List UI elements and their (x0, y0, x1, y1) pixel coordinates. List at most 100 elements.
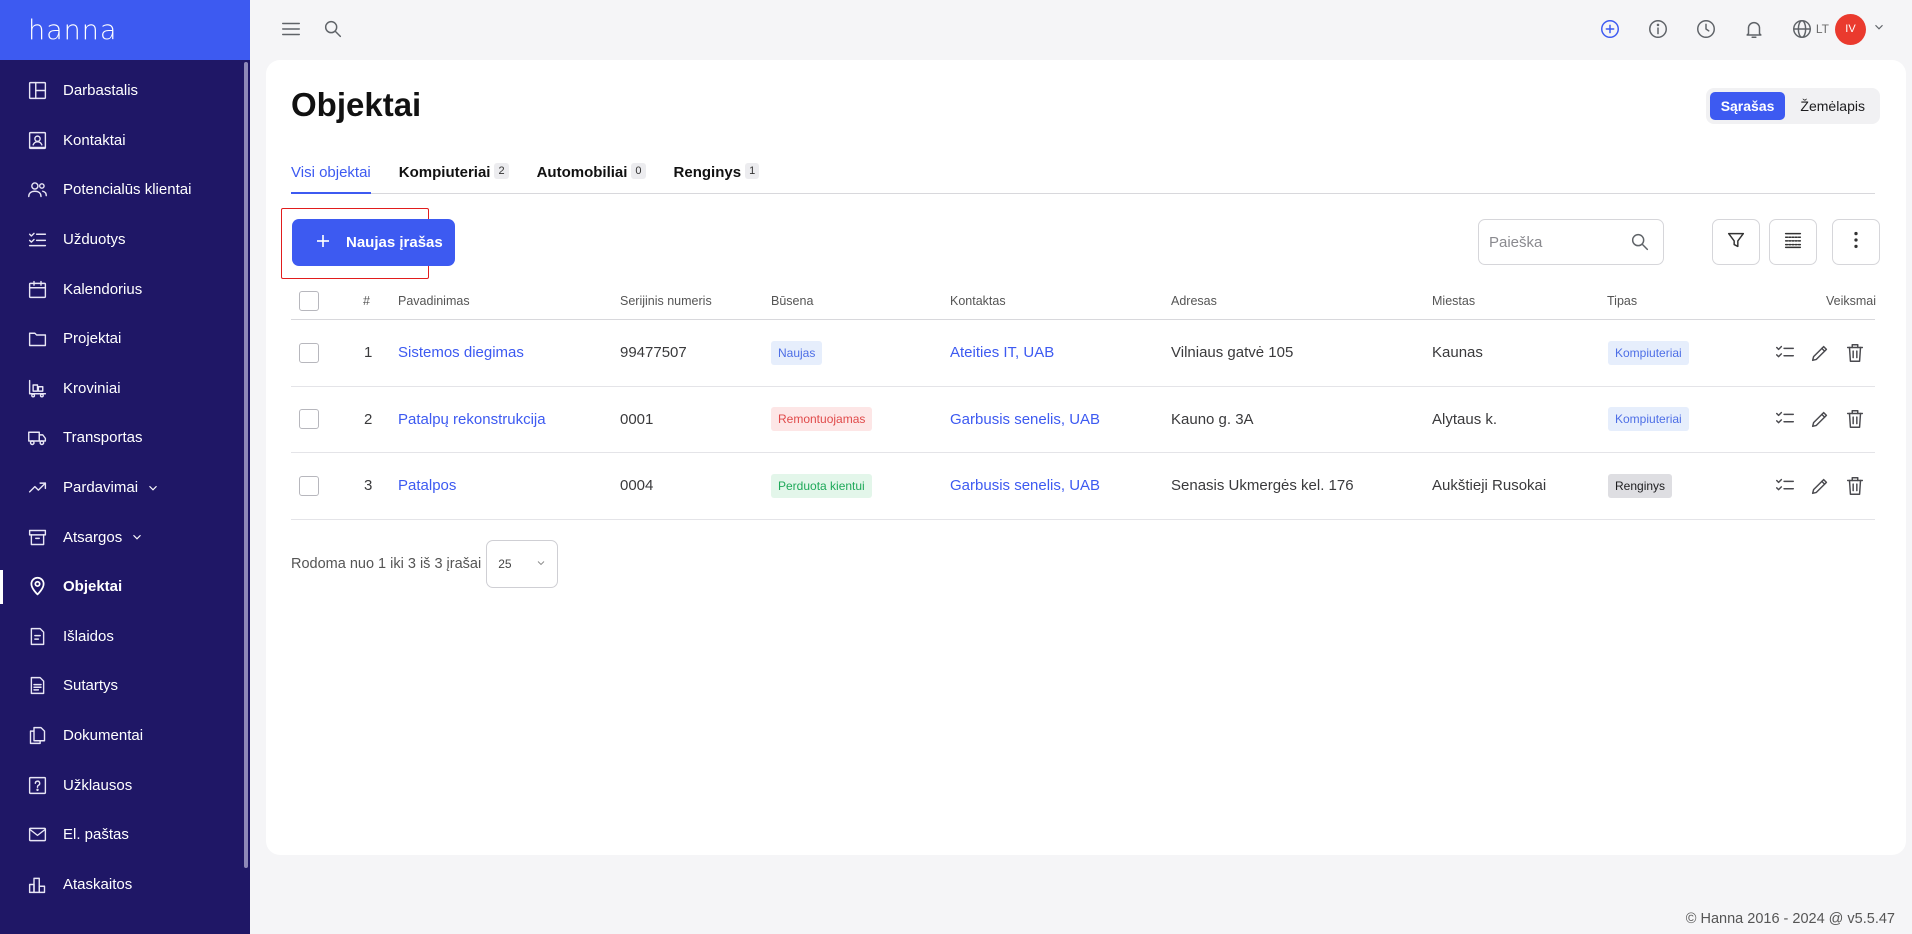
sidebar-item-label: Užduotys (63, 231, 126, 249)
language-code: LT (1815, 22, 1829, 36)
sidebar-item-pardavimai[interactable]: Pardavimai (0, 463, 250, 513)
trash-icon[interactable] (1844, 475, 1866, 497)
sidebar-item-label: Objektai (63, 578, 123, 596)
sidebar-item-atsargos[interactable]: Atsargos (0, 512, 250, 562)
col-status[interactable]: Būsena (771, 294, 813, 308)
sidebar-item-label: Kalendorius (63, 280, 143, 298)
tasks-icon[interactable] (1774, 475, 1796, 497)
sidebar-item-dokumentai[interactable]: Dokumentai (0, 711, 250, 761)
calendar-icon (26, 278, 48, 300)
bell-icon[interactable] (1743, 18, 1765, 40)
row-serial: 99477507 (620, 344, 687, 362)
sidebar-item-sutartys[interactable]: Sutartys (0, 661, 250, 711)
sidebar-item-label: Projektai (63, 330, 122, 348)
clock-icon[interactable] (1695, 18, 1717, 40)
sidebar-item-label: Sutartys (63, 677, 119, 695)
col-name[interactable]: Pavadinimas (398, 294, 470, 308)
sidebar-item-potencialus-klientai[interactable]: Potencialūs klientai (0, 165, 250, 215)
trash-icon[interactable] (1844, 408, 1866, 430)
row-contact-link[interactable]: Garbusis senelis, UAB (950, 411, 1100, 428)
tasks-icon[interactable] (1774, 342, 1796, 364)
hamburger-menu-icon[interactable] (280, 18, 302, 40)
view-map-button[interactable]: Žemėlapis (1789, 92, 1876, 120)
table-row: 3 Patalpos 0004 Perduota kientui Garbusi… (291, 453, 1875, 520)
trash-icon[interactable] (1844, 342, 1866, 364)
add-circle-icon[interactable] (1599, 18, 1621, 40)
sidebar-item-islaidos[interactable]: Išlaidos (0, 612, 250, 662)
tab-label: Visi objektai (291, 164, 371, 181)
chevron-down-icon (130, 530, 144, 544)
logo[interactable]: hanna (28, 15, 117, 46)
sidebar-item-label: Užklausos (63, 776, 133, 794)
row-name-link[interactable]: Patalpos (398, 477, 456, 494)
columns-button[interactable] (1769, 219, 1817, 265)
row-name-link[interactable]: Sistemos diegimas (398, 344, 524, 361)
more-options-button[interactable] (1832, 219, 1880, 265)
sidebar-item-uzduotys[interactable]: Užduotys (0, 215, 250, 265)
user-menu[interactable]: IV (1835, 13, 1886, 45)
col-serial[interactable]: Serijinis numeris (620, 294, 712, 308)
edit-pencil-icon[interactable] (1809, 342, 1831, 364)
sidebar-scrollbar[interactable] (244, 62, 248, 868)
tab-renginys[interactable]: Renginys 1 (674, 162, 760, 194)
main-card: Objektai Sąrašas Žemėlapis Visi objektai… (266, 60, 1906, 855)
col-city[interactable]: Miestas (1432, 294, 1475, 308)
filter-button[interactable] (1712, 219, 1760, 265)
edit-pencil-icon[interactable] (1809, 475, 1831, 497)
sidebar-item-kalendorius[interactable]: Kalendorius (0, 264, 250, 314)
row-number: 2 (364, 410, 373, 428)
sidebar-nav: Darbastalis Kontaktai Potencialūs klient… (0, 60, 250, 909)
highlight-box: Naujas įrašas (281, 208, 455, 279)
tab-kompiuteriai[interactable]: Kompiuteriai 2 (399, 162, 509, 194)
sidebar-item-uzklausos[interactable]: Užklausos (0, 760, 250, 810)
search-icon[interactable] (322, 18, 344, 40)
filter-icon (1725, 229, 1747, 256)
search-input[interactable] (1489, 233, 1619, 251)
sidebar-item-objektai[interactable]: Objektai (0, 562, 250, 612)
row-contact-link[interactable]: Garbusis senelis, UAB (950, 477, 1100, 494)
tab-visi-objektai[interactable]: Visi objektai (291, 162, 371, 194)
sidebar-item-ataskaitos[interactable]: Ataskaitos (0, 860, 250, 910)
tab-automobiliai[interactable]: Automobiliai 0 (537, 162, 646, 194)
language-selector[interactable]: LT (1791, 18, 1829, 40)
sidebar-item-projektai[interactable]: Projektai (0, 314, 250, 364)
row-contact-link[interactable]: Ateities IT, UAB (950, 344, 1054, 361)
bar-chart-icon (26, 873, 48, 895)
chevron-down-icon (535, 557, 547, 572)
sidebar-item-label: Kontaktai (63, 131, 126, 149)
new-record-label: Naujas įrašas (346, 234, 443, 251)
sidebar: hanna Darbastalis Kontaktai Potencialūs … (0, 0, 250, 934)
col-type[interactable]: Tipas (1607, 294, 1637, 308)
sidebar-item-label: Ataskaitos (63, 875, 133, 893)
new-record-button[interactable]: Naujas įrašas (292, 219, 455, 266)
kebab-menu-icon (1845, 229, 1867, 256)
view-list-button[interactable]: Sąrašas (1709, 92, 1786, 120)
col-contact[interactable]: Kontaktas (950, 294, 1006, 308)
status-badge: Naujas (771, 340, 823, 365)
chevron-down-icon (1872, 20, 1886, 39)
row-number: 1 (364, 344, 373, 362)
edit-pencil-icon[interactable] (1809, 408, 1831, 430)
tab-label: Kompiuteriai (398, 164, 491, 181)
col-number: # (363, 293, 370, 308)
sidebar-item-kontaktai[interactable]: Kontaktai (0, 116, 250, 166)
row-checkbox[interactable] (299, 342, 319, 363)
sidebar-item-darbastalis[interactable]: Darbastalis (0, 66, 250, 116)
sidebar-item-el-pastas[interactable]: El. paštas (0, 810, 250, 860)
search-icon[interactable] (1629, 231, 1651, 253)
row-checkbox[interactable] (299, 409, 319, 430)
location-pin-icon (26, 576, 48, 598)
sidebar-item-kroviniai[interactable]: Kroviniai (0, 364, 250, 414)
page-size-select[interactable]: 25 (486, 540, 559, 588)
documents-icon (26, 725, 48, 747)
col-address[interactable]: Adresas (1171, 294, 1217, 308)
type-badge: Kompiuteriai (1608, 340, 1689, 365)
select-all-checkbox[interactable] (299, 290, 319, 311)
tasks-icon[interactable] (1774, 408, 1796, 430)
row-name-link[interactable]: Patalpų rekonstrukcija (398, 411, 546, 428)
folder-icon (26, 328, 48, 350)
row-checkbox[interactable] (299, 475, 319, 496)
info-icon[interactable] (1647, 18, 1669, 40)
sidebar-item-transportas[interactable]: Transportas (0, 413, 250, 463)
search-box (1478, 219, 1664, 265)
